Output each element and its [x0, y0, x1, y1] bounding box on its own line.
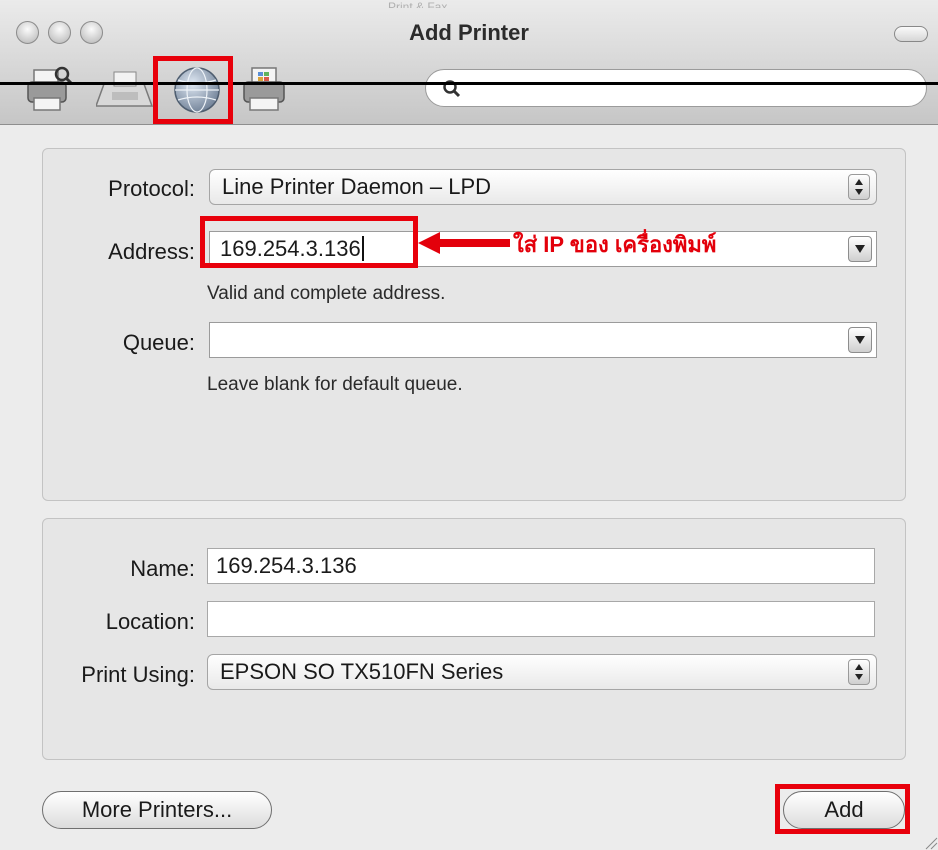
print-using-value: EPSON SO TX510FN Series — [220, 659, 504, 684]
red-arrow-icon — [418, 232, 510, 254]
window-title: Add Printer — [409, 20, 529, 45]
name-label: Name: — [130, 556, 195, 581]
background-window-title: Print & Fax — [388, 0, 448, 8]
printer-magnifier-icon — [27, 66, 74, 111]
annotation-text: ใส่ IP ของ เครื่องพิมพ์ — [513, 232, 717, 257]
protocol-label: Protocol: — [108, 176, 195, 201]
more-printers-button[interactable]: More Printers... — [42, 791, 272, 829]
annotation-line — [0, 82, 938, 85]
queue-dropdown-button[interactable] — [848, 327, 872, 353]
protocol-stepper[interactable] — [848, 174, 870, 200]
address-highlight — [200, 216, 418, 268]
add-button-highlight — [775, 784, 910, 834]
chevron-down-icon — [855, 245, 865, 253]
up-down-arrows-icon — [855, 179, 863, 195]
address-label: Address: — [108, 239, 195, 264]
add-printer-window: Print & Fax Add Printer Protocol: Line P… — [0, 0, 938, 850]
windows-printer-button[interactable] — [240, 64, 294, 116]
print-using-stepper[interactable] — [848, 659, 870, 685]
queue-hint: Leave blank for default queue. — [207, 374, 463, 395]
ip-button-highlight — [153, 56, 233, 124]
connection-panel: Protocol: Line Printer Daemon – LPD Addr… — [42, 148, 906, 501]
protocol-popup[interactable]: Line Printer Daemon – LPD — [209, 169, 877, 205]
address-dropdown-button[interactable] — [848, 236, 872, 262]
location-input[interactable] — [207, 601, 875, 637]
name-input[interactable]: 169.254.3.136 — [207, 548, 875, 584]
location-label: Location: — [105, 609, 195, 634]
title-bar: Print & Fax Add Printer — [0, 0, 938, 125]
print-using-label: Print Using: — [81, 662, 195, 687]
toolbar-toggle-button[interactable] — [894, 26, 928, 42]
chevron-down-icon — [855, 336, 865, 344]
queue-combo[interactable] — [209, 322, 877, 358]
fax-printer-button[interactable] — [96, 64, 154, 116]
protocol-value: Line Printer Daemon – LPD — [222, 174, 492, 199]
fax-icon — [96, 71, 154, 107]
address-hint: Valid and complete address. — [207, 283, 446, 304]
print-using-popup[interactable]: EPSON SO TX510FN Series — [207, 654, 877, 690]
search-field[interactable] — [425, 69, 927, 107]
queue-label: Queue: — [122, 330, 195, 355]
default-printer-browser-button[interactable] — [24, 64, 78, 116]
windows-printer-icon — [243, 67, 285, 111]
resize-grip-icon[interactable] — [924, 836, 938, 850]
up-down-arrows-icon — [855, 664, 863, 680]
details-panel: Name: 169.254.3.136 Location: Print Usin… — [42, 518, 906, 760]
